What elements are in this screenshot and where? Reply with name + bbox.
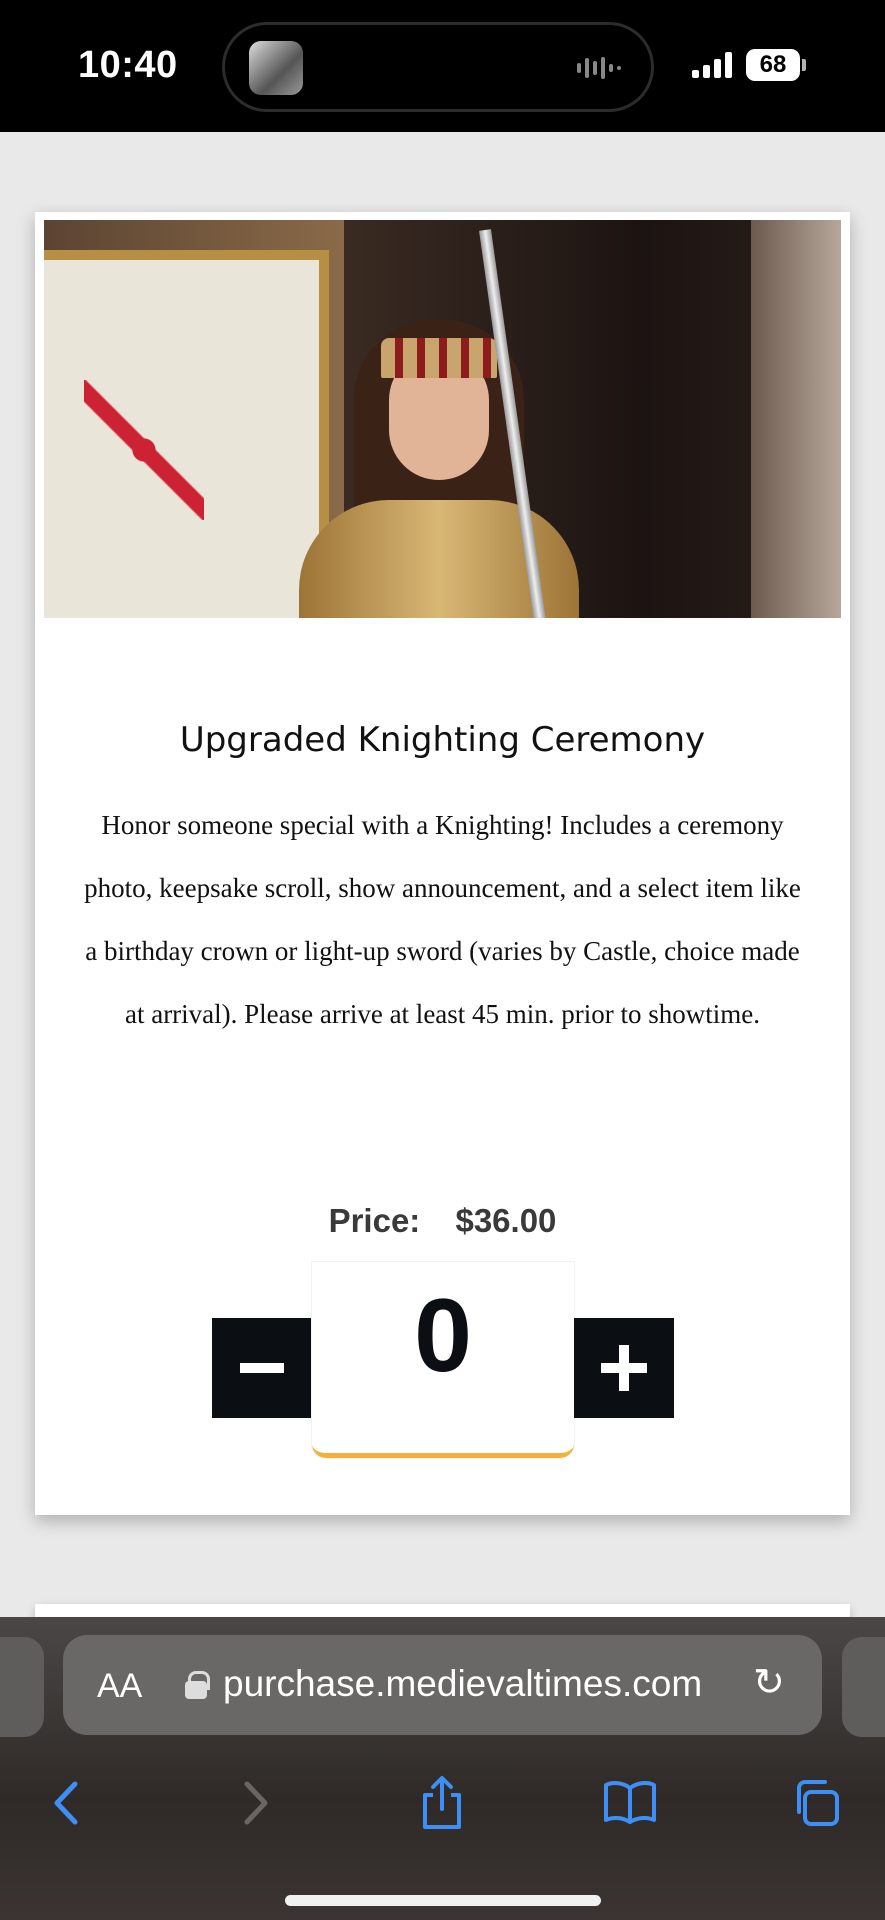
dynamic-island[interactable] xyxy=(222,22,654,112)
increase-quantity-button[interactable] xyxy=(574,1318,674,1418)
price-row: Price: $36.00 xyxy=(35,1202,850,1240)
status-bar: 10:40 68 xyxy=(0,0,885,132)
minus-icon xyxy=(240,1363,284,1373)
forward-icon[interactable] xyxy=(226,1773,286,1833)
crown-icon xyxy=(381,338,497,378)
queen-figure xyxy=(269,229,609,618)
next-tab-preview[interactable] xyxy=(842,1637,885,1737)
url-text[interactable]: purchase.medievaltimes.com xyxy=(223,1663,702,1705)
battery-tip xyxy=(802,59,806,71)
quantity-field[interactable]: 0 xyxy=(312,1262,574,1458)
price-value: $36.00 xyxy=(455,1202,557,1239)
back-icon[interactable] xyxy=(36,1773,96,1833)
tabs-icon[interactable] xyxy=(786,1773,846,1833)
product-card: Upgraded Knighting Ceremony Honor someon… xyxy=(35,212,850,1515)
price-label: Price: xyxy=(328,1202,421,1239)
address-bar[interactable]: AA purchase.medievaltimes.com ↻ xyxy=(63,1635,822,1735)
reload-icon[interactable]: ↻ xyxy=(753,1663,793,1703)
cellular-signal-icon xyxy=(692,52,732,78)
status-time: 10:40 xyxy=(78,44,178,86)
audio-wave-icon xyxy=(577,55,627,81)
home-indicator[interactable] xyxy=(285,1895,601,1906)
quantity-stepper: 0 xyxy=(212,1262,674,1458)
share-icon[interactable] xyxy=(412,1773,472,1833)
product-title: Upgraded Knighting Ceremony xyxy=(179,720,706,760)
quantity-value: 0 xyxy=(414,1278,472,1394)
product-description: Honor someone special with a Knighting! … xyxy=(84,810,801,1029)
previous-tab-preview[interactable] xyxy=(0,1637,44,1737)
now-playing-avatar xyxy=(249,41,303,95)
battery-indicator: 68 xyxy=(746,49,800,81)
reader-settings-button[interactable]: AA xyxy=(97,1667,142,1706)
plus-icon xyxy=(601,1345,647,1391)
decrease-quantity-button[interactable] xyxy=(212,1318,312,1418)
browser-toolbar xyxy=(0,1755,885,1855)
product-image xyxy=(44,220,841,618)
bookmarks-icon[interactable] xyxy=(600,1773,660,1833)
browser-bottom-bar: AA purchase.medievaltimes.com ↻ xyxy=(0,1617,885,1920)
lock-icon xyxy=(185,1671,210,1699)
